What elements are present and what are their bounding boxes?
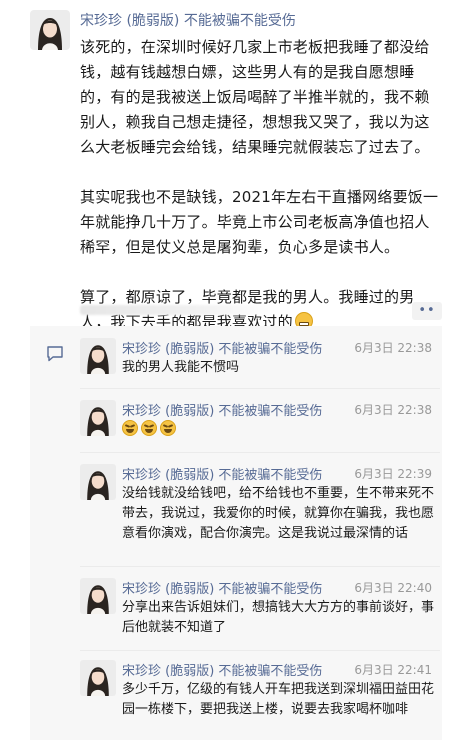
comment-time: 6月3日 22:38	[354, 341, 432, 355]
emoji-row	[122, 420, 176, 436]
comment-item: 宋珍珍 (脆弱版) 不能被骗不能受伤 6月3日 22:40 分享出来告诉姐妹们，…	[80, 578, 440, 642]
commenter-avatar[interactable]	[80, 578, 116, 614]
post-paragraph: 该死的，在深圳时候好几家上市老板把我睡了都没给钱，越有钱越想白嫖，这些男人有的是…	[80, 38, 430, 156]
comment-text: 分享出来告诉姐妹们，想搞钱大大方方的事前谈好，事后他就装不知道了	[122, 600, 435, 635]
comment-text: 没给钱就没给钱吧，给不给钱也不重要，生不带来死不带去，我说过，我爱你的时候，就算…	[122, 486, 435, 541]
commenter-avatar[interactable]	[80, 660, 116, 696]
divider	[80, 388, 440, 389]
author-name[interactable]: 宋珍珍 (脆弱版) 不能被骗不能受伤	[80, 10, 296, 30]
post-paragraph: 其实呢我也不是缺钱，2021年左右干直播网络要饭一年就能挣几十万了。毕竟上市公司…	[80, 188, 439, 256]
comment-item: 宋珍珍 (脆弱版) 不能被骗不能受伤 6月3日 22:39 没给钱就没给钱吧，给…	[80, 464, 440, 556]
blurred-timestamp	[80, 305, 280, 315]
comment-text: 我的男人我能不惯吗	[122, 360, 240, 375]
comment-time: 6月3日 22:38	[354, 403, 432, 417]
grimace-emoji-icon	[122, 420, 138, 436]
author-avatar[interactable]	[30, 10, 70, 50]
comment-icon	[47, 346, 63, 362]
divider	[80, 452, 440, 453]
commenter-name[interactable]: 宋珍珍 (脆弱版) 不能被骗不能受伤	[122, 338, 322, 357]
commenter-name[interactable]: 宋珍珍 (脆弱版) 不能被骗不能受伤	[122, 660, 322, 679]
commenter-name[interactable]: 宋珍珍 (脆弱版) 不能被骗不能受伤	[122, 400, 322, 419]
moment-post: 宋珍珍 (脆弱版) 不能被骗不能受伤 该死的，在深圳时候好几家上市老板把我睡了都…	[0, 0, 466, 331]
divider	[80, 566, 440, 567]
post-content: 该死的，在深圳时候好几家上市老板把我睡了都没给钱，越有钱越想白嫖，这些男人有的是…	[80, 35, 444, 335]
comment-text: 多少千万，亿级的有钱人开车把我送到深圳福田益田花园一栋楼下，要把我送上楼，说要去…	[122, 682, 435, 717]
comment-item: 宋珍珍 (脆弱版) 不能被骗不能受伤 6月3日 22:38	[80, 400, 440, 444]
commenter-name[interactable]: 宋珍珍 (脆弱版) 不能被骗不能受伤	[122, 578, 322, 597]
grimace-emoji-icon	[160, 420, 176, 436]
comment-time: 6月3日 22:41	[354, 663, 432, 677]
grimace-emoji-icon	[141, 420, 157, 436]
comment-time: 6月3日 22:39	[354, 467, 432, 481]
commenter-avatar[interactable]	[80, 400, 116, 436]
comment-item: 宋珍珍 (脆弱版) 不能被骗不能受伤 6月3日 22:41 多少千万，亿级的有钱…	[80, 660, 440, 738]
commenter-avatar[interactable]	[80, 464, 116, 500]
comments-section: 宋珍珍 (脆弱版) 不能被骗不能受伤 6月3日 22:38 我的男人我能不惯吗 …	[30, 326, 442, 740]
comment-item: 宋珍珍 (脆弱版) 不能被骗不能受伤 6月3日 22:38 我的男人我能不惯吗	[80, 338, 440, 382]
divider	[80, 650, 440, 651]
commenter-avatar[interactable]	[80, 338, 116, 374]
comment-time: 6月3日 22:40	[354, 581, 432, 595]
commenter-name[interactable]: 宋珍珍 (脆弱版) 不能被骗不能受伤	[122, 464, 322, 483]
more-options-button[interactable]: ••	[412, 302, 442, 320]
